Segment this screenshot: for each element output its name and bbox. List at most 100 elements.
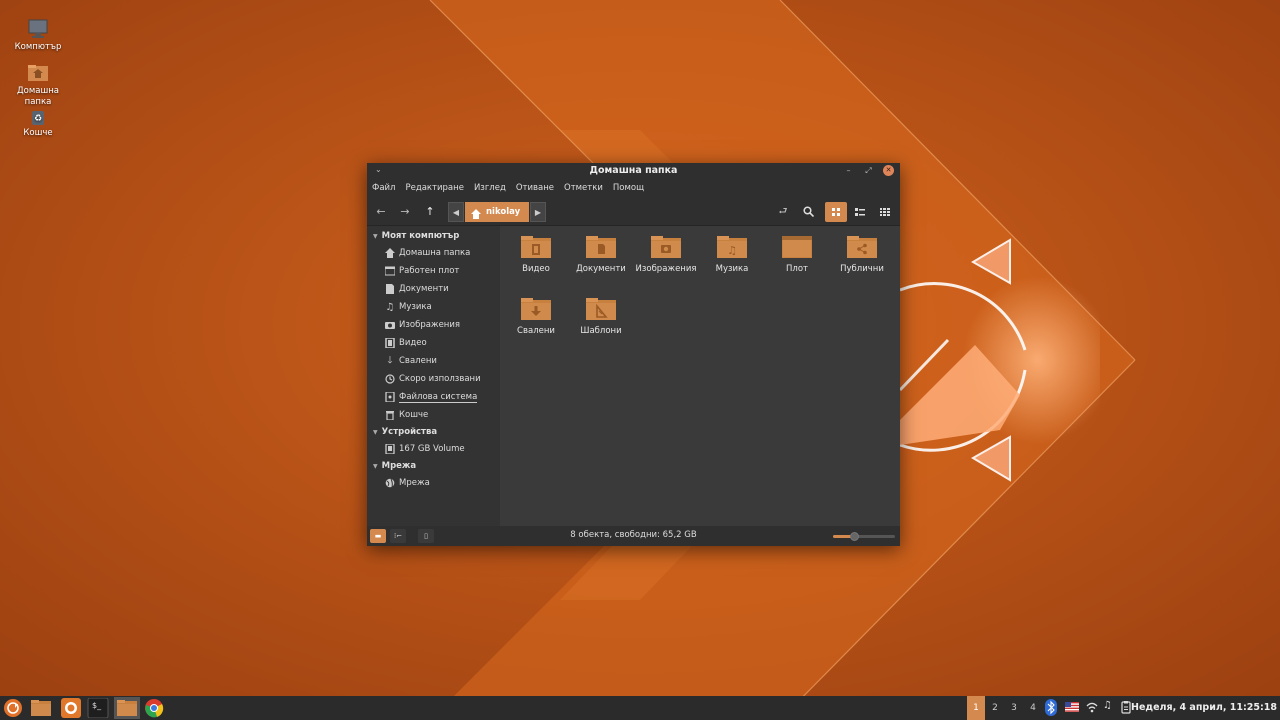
drive-icon [385, 444, 395, 454]
sidebar-item-label: Музика [399, 302, 432, 312]
file-item-public[interactable]: Публични [831, 235, 893, 274]
wifi-icon[interactable] [1086, 702, 1098, 716]
menu-view[interactable]: Изглед [474, 183, 506, 193]
sidebar-item-volume[interactable]: 167 GB Volume [367, 440, 500, 458]
sidebar-item-label: Домашна папка [399, 248, 471, 258]
menu-edit[interactable]: Редактиране [405, 183, 463, 193]
zoom-slider[interactable] [833, 532, 895, 541]
toolbar: ← → ↑ ◀ nikolay ▶ ⮐ [367, 197, 900, 226]
search-icon[interactable] [797, 202, 819, 222]
menu-file[interactable]: Файл [372, 183, 395, 193]
svg-text:♻: ♻ [34, 114, 42, 124]
sidebar-section-my-computer[interactable]: ▼ Моят компютър [367, 228, 500, 244]
path-right-arrow-icon[interactable]: ▶ [530, 202, 546, 222]
file-name: Шаблони [580, 326, 622, 336]
file-name: Публични [840, 264, 884, 274]
document-icon [586, 235, 616, 259]
file-item-documents[interactable]: Документи [570, 235, 632, 274]
close-icon[interactable]: ✕ [883, 165, 894, 176]
path-left-arrow-icon[interactable]: ◀ [448, 202, 464, 222]
file-item-pictures[interactable]: Изображения [635, 235, 697, 274]
collapse-triangle-icon: ▼ [373, 428, 378, 436]
file-name: Видео [522, 264, 550, 274]
collapse-triangle-icon: ▼ [373, 232, 378, 240]
path-label: nikolay [486, 207, 521, 217]
download-icon: 🡓 [387, 354, 393, 366]
file-item-templates[interactable]: Шаблони [570, 297, 632, 336]
taskbar-window-file-manager[interactable] [114, 697, 140, 719]
sidebar-item-videos[interactable]: Видео [367, 334, 500, 352]
file-item-music[interactable]: ♫ Музика [701, 235, 763, 274]
home-icon [385, 248, 395, 258]
file-item-downloads[interactable]: Свалени [505, 297, 567, 336]
sidebar-item-label: Файлова система [399, 391, 478, 403]
keyboard-layout-flag-icon[interactable] [1065, 702, 1079, 715]
back-icon[interactable]: ← [370, 202, 392, 222]
sidebar-item-documents[interactable]: Документи [367, 280, 500, 298]
terminal-icon[interactable]: $_ [87, 697, 109, 719]
document-icon [385, 284, 395, 294]
forward-icon[interactable]: → [394, 202, 416, 222]
file-item-desktop[interactable]: Плот [766, 235, 828, 274]
desktop-icon-computer[interactable]: Компютър [8, 18, 68, 53]
compact-view-icon[interactable] [874, 202, 896, 222]
workspace-4[interactable]: 4 [1024, 696, 1042, 720]
file-item-videos[interactable]: Видео [505, 235, 567, 274]
icon-view-icon[interactable] [825, 202, 847, 222]
desktop-icon-home[interactable]: Домашна папка [8, 62, 68, 108]
sidebar-item-home[interactable]: Домашна папка [367, 244, 500, 262]
clock[interactable]: Неделя, 4 април, 11:25:18 [1131, 702, 1277, 713]
clipboard-icon[interactable] [1121, 701, 1131, 717]
share-icon [847, 235, 877, 259]
sidebar-item-label: Кошче [399, 410, 429, 420]
bluetooth-icon[interactable] [1045, 699, 1057, 719]
workspace-3[interactable]: 3 [1005, 696, 1023, 720]
sidebar-item-filesystem[interactable]: Файлова система [367, 388, 500, 406]
file-name: Музика [715, 264, 749, 274]
sidebar-item-desktop[interactable]: Работен плот [367, 262, 500, 280]
menu-help[interactable]: Помощ [613, 183, 644, 193]
sidebar-section-network[interactable]: ▼ Мрежа [367, 458, 500, 474]
sidebar-item-label: Изображения [399, 320, 461, 330]
sidebar-item-trash[interactable]: Кошче [367, 406, 500, 424]
workspace-2[interactable]: 2 [986, 696, 1004, 720]
chrome-icon[interactable] [143, 698, 165, 718]
firefox-icon[interactable] [60, 698, 82, 718]
start-menu-icon[interactable] [2, 698, 24, 718]
sidebar-item-pictures[interactable]: Изображения [367, 316, 500, 334]
sidebar-item-recent[interactable]: Скоро използвани [367, 370, 500, 388]
sidebar-item-downloads[interactable]: 🡓 Свалени [367, 352, 500, 370]
minimize-icon[interactable]: – [843, 165, 854, 176]
menu-go[interactable]: Отиване [516, 183, 554, 193]
up-icon[interactable]: ↑ [419, 202, 441, 222]
file-name: Плот [786, 264, 808, 274]
toggle-location-icon[interactable]: ⮐ [772, 202, 794, 222]
download-icon [521, 297, 551, 321]
sidebar-item-label: Мрежа [399, 478, 430, 488]
svg-text:$_: $_ [92, 701, 102, 710]
sidebar-section-title: Моят компютър [381, 231, 460, 241]
music-icon: ♫ [717, 235, 747, 259]
home-icon [471, 207, 481, 227]
files-launcher-icon[interactable] [30, 698, 52, 718]
sidebar-section-devices[interactable]: ▼ Устройства [367, 424, 500, 440]
sidebar-item-network[interactable]: Мрежа [367, 474, 500, 492]
desktop-icon [385, 266, 395, 276]
menu-bookmarks[interactable]: Отметки [564, 183, 603, 193]
drive-icon [385, 392, 395, 402]
status-text: 8 обекта, свободни: 65,2 GB [570, 530, 697, 540]
sound-icon[interactable]: ♫ [1103, 700, 1112, 711]
path-button-home[interactable]: nikolay [465, 202, 529, 222]
file-view: Видео Документи Изображения ♫ Музика Пло… [500, 226, 900, 526]
workspace-1[interactable]: 1 [967, 696, 985, 720]
desktop-icon-label: Компютър [14, 42, 62, 52]
desktop-icon-trash[interactable]: ♻ Кошче [8, 108, 68, 139]
collapse-triangle-icon: ▼ [373, 462, 378, 470]
statusbar: ▬ ⁞⌐ ▯ 8 обекта, свободни: 65,2 GB [367, 526, 900, 546]
file-manager-window: ⌄ Домашна папка – ⤢ ✕ Файл Редактиране И… [367, 163, 900, 546]
desktop-icon [782, 235, 812, 259]
sidebar-item-music[interactable]: ♫ Музика [367, 298, 500, 316]
list-view-icon[interactable] [849, 202, 871, 222]
window-titlebar[interactable]: ⌄ Домашна папка – ⤢ ✕ [367, 163, 900, 179]
maximize-icon[interactable]: ⤢ [863, 165, 874, 176]
